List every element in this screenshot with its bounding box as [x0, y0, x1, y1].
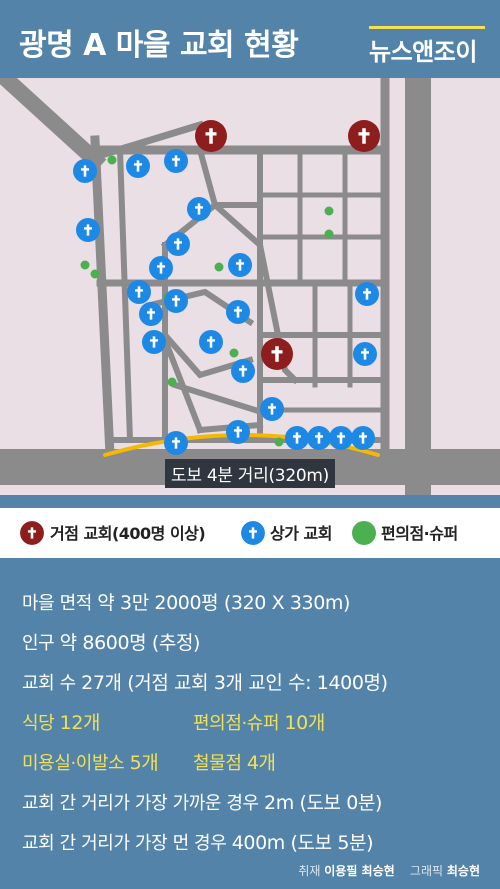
store-church-icon	[228, 253, 252, 277]
store-church-icon	[73, 159, 97, 183]
stat-farthest-label: 교회 간 거리가 가장 먼 경우	[22, 833, 227, 854]
stat-church-count-label: 교회 수	[22, 673, 76, 694]
store-church-icon	[329, 426, 353, 450]
store-church-icon	[164, 431, 188, 455]
stat-area: 마을 면적 약 3만 2000평 (320 X 330m)	[22, 588, 350, 615]
brand-logo: 뉴스앤조이	[369, 38, 477, 66]
large-church-icon	[195, 120, 227, 152]
store-church-icon	[164, 149, 188, 173]
store-church-icon	[226, 300, 250, 324]
convenience-store-dot	[324, 229, 334, 239]
store-church-icon	[199, 330, 223, 354]
convenience-store-dot	[324, 206, 334, 216]
store-church-icon	[260, 397, 284, 421]
convenience-store-dot	[274, 437, 284, 447]
page-title: 광명 A 마을 교회 현황	[19, 28, 299, 63]
convenience-store-dot	[90, 269, 100, 279]
convenience-store-legend-icon	[352, 521, 376, 545]
stat-convenience: 편의점·슈퍼 10개	[193, 708, 325, 735]
store-church-icon	[149, 256, 173, 280]
store-church-icon	[76, 218, 100, 242]
stat-hardware-value: 4개	[246, 752, 276, 774]
stat-area-value: 약 3만 2000평 (320 X 330m)	[97, 592, 351, 614]
legend-large-church: 거점 교회(400명 이상)	[50, 524, 206, 543]
convenience-store-dot	[107, 155, 117, 165]
stat-church-count-value: 27개 (거점 교회 3개 교인 수: 1400명)	[81, 672, 388, 694]
store-church-icon	[166, 232, 190, 256]
stat-hardware-label: 철물점	[193, 753, 242, 774]
credit-graphic-name: 최승현	[446, 864, 480, 878]
stat-beauty-label: 미용실·이발소	[22, 753, 125, 774]
infographic: 광명 A 마을 교회 현황 뉴스앤조이 도보 4분 거리(320m) 거점 교회…	[0, 0, 500, 889]
village-map	[0, 78, 500, 495]
stat-convenience-label: 편의점·슈퍼	[193, 713, 280, 734]
brand-underline	[369, 26, 485, 29]
large-church-icon	[261, 338, 293, 370]
convenience-store-dot	[229, 348, 239, 358]
convenience-store-dot	[167, 377, 177, 387]
stat-population-value: 약 8600명 (추정)	[59, 632, 201, 654]
legend: 거점 교회(400명 이상) 상가 교회 편의점·슈퍼	[0, 508, 500, 558]
stat-nearest-label: 교회 간 거리가 가장 가까운 경우	[22, 793, 259, 814]
store-church-icon	[139, 302, 163, 326]
large-church-legend-icon	[20, 521, 44, 545]
convenience-store-dot	[214, 262, 224, 272]
store-church-icon	[231, 359, 255, 383]
stat-beauty: 미용실·이발소 5개	[22, 748, 159, 775]
store-church-icon	[126, 154, 150, 178]
legend-convenience-store: 편의점·슈퍼	[381, 524, 458, 543]
stat-nearest-value: 2m (도보 0분)	[264, 792, 383, 814]
store-church-icon	[355, 282, 379, 306]
credit-report-names: 이용필 최승현	[324, 864, 395, 878]
header: 광명 A 마을 교회 현황 뉴스앤조이	[0, 0, 500, 78]
store-church-icon	[164, 289, 188, 313]
store-church-icon	[226, 420, 250, 444]
stat-population: 인구 약 8600명 (추정)	[22, 628, 200, 655]
store-church-icon	[187, 197, 211, 221]
stat-farthest-distance: 교회 간 거리가 가장 먼 경우 400m (도보 5분)	[22, 828, 374, 855]
stat-restaurants: 식당 12개	[22, 708, 101, 735]
store-church-icon	[142, 330, 166, 354]
legend-store-church: 상가 교회	[270, 524, 332, 543]
store-church-icon	[285, 426, 309, 450]
stat-restaurants-value: 12개	[59, 712, 101, 734]
credit-graphic-label: 그래픽	[409, 864, 444, 878]
convenience-store-dot	[80, 260, 90, 270]
stat-restaurants-label: 식당	[22, 713, 55, 734]
stat-nearest-distance: 교회 간 거리가 가장 가까운 경우 2m (도보 0분)	[22, 788, 382, 815]
stat-church-count: 교회 수 27개 (거점 교회 3개 교인 수: 1400명)	[22, 668, 388, 695]
credits: 취재 이용필 최승현 그래픽 최승현	[298, 862, 480, 879]
stat-farthest-value: 400m (도보 5분)	[231, 832, 374, 854]
stat-convenience-value: 10개	[284, 712, 325, 734]
store-church-icon	[307, 426, 331, 450]
store-church-legend-icon	[241, 521, 265, 545]
stat-hardware: 철물점 4개	[193, 748, 276, 775]
stat-beauty-value: 5개	[129, 752, 159, 774]
credit-report-label: 취재	[298, 864, 321, 878]
stat-area-label: 마을 면적	[22, 593, 92, 614]
store-church-icon	[353, 342, 377, 366]
store-church-icon	[351, 426, 375, 450]
large-church-icon	[348, 120, 380, 152]
store-church-icon	[127, 280, 151, 304]
stat-population-label: 인구	[22, 633, 55, 654]
